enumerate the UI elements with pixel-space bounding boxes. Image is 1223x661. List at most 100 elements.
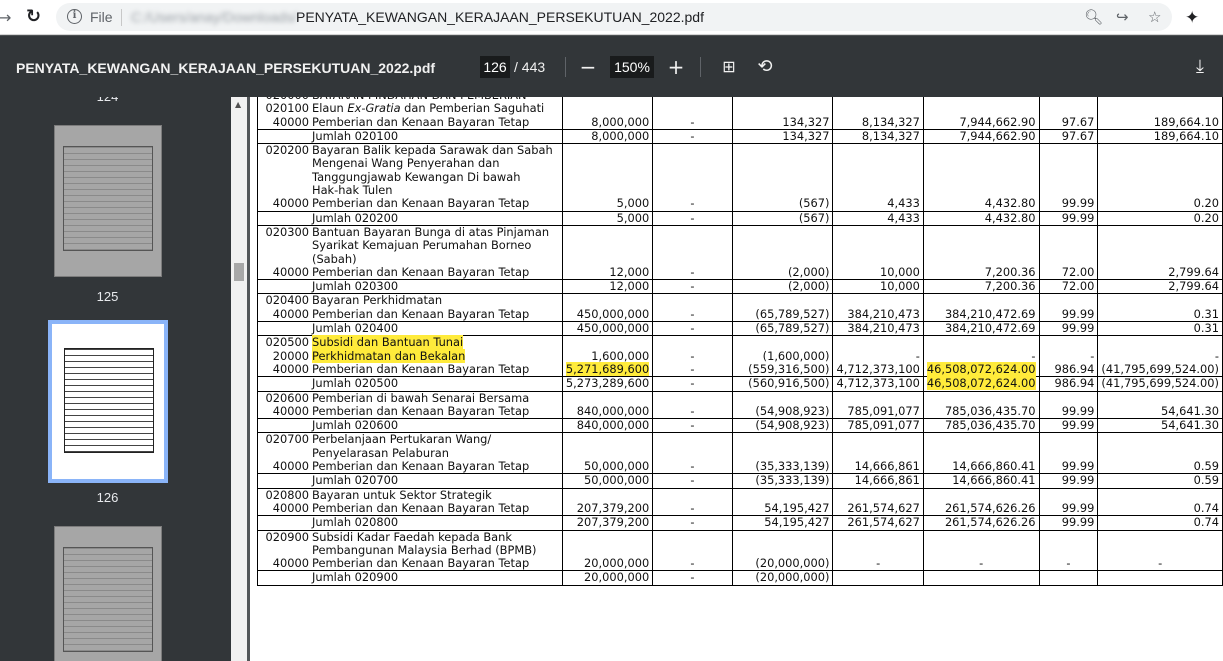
table-cell: 14,666,861: [832, 473, 924, 489]
description-line: (Sabah): [261, 252, 559, 266]
page-number-input[interactable]: 126: [480, 56, 510, 78]
info-icon[interactable]: i: [67, 9, 82, 24]
total-row: Jumlah 020400 450,000,000- (65,789,527) 384…: [257, 321, 1223, 337]
zoom-in-icon[interactable]: +: [662, 53, 690, 81]
table-cell: 20,000,000: [561, 530, 654, 571]
description-cell: 020800 Bayaran untuk Sektor Strategik 4000…: [257, 488, 563, 516]
cell-line: -: [915, 348, 920, 363]
pdf-page-area[interactable]: 020000BAYARAN PINDAHAN DAN PEMBERIAN0201…: [247, 97, 1223, 661]
thumbnail-page-number: 126: [96, 490, 119, 505]
zoom-magnifier-icon[interactable]: 🔍︎: [1084, 9, 1103, 25]
table-cell: (65,789,527): [731, 321, 834, 337]
table-cell: -: [652, 321, 733, 337]
table-cell: -4,712,373,100: [832, 335, 924, 377]
page-thumbnail-selected[interactable]: [48, 320, 168, 483]
forward-arrow-icon[interactable]: →: [0, 8, 11, 27]
description-text: Pemberian dan Kenaan Bayaran Tetap: [312, 500, 530, 515]
table-cell: 99.99: [1038, 473, 1099, 489]
table-cell: [1097, 570, 1223, 586]
description-line: 020600 Pemberian di bawah Senarai Bersama: [261, 391, 559, 405]
table-cell: 4,432.80: [922, 143, 1040, 212]
description-line: Pembangunan Malaysia Berhad (BPMB): [261, 543, 559, 557]
table-cell: 2,799.64: [1097, 279, 1223, 295]
cell-line: -: [690, 361, 695, 376]
account-code: 40000: [272, 403, 309, 418]
cell-line: 46,508,072,624.00: [926, 361, 1036, 376]
table-cell: 7,200.36: [922, 279, 1040, 295]
thumbnail-preview: [63, 547, 153, 652]
table-cell: 99.99: [1038, 432, 1099, 474]
total-row: Jumlah 020300 12,000- (2,000) 10,000 7,200.3…: [257, 279, 1223, 295]
table-cell: 261,574,627: [832, 515, 924, 531]
table-cell: 0.31: [1097, 321, 1223, 337]
description-text: Jumlah 020200: [312, 210, 399, 225]
sidebar-scrollbar[interactable]: [231, 97, 247, 661]
rotate-icon[interactable]: ⟲: [751, 53, 779, 81]
table-cell: 8,000,000: [561, 128, 654, 145]
toolbar-divider: [700, 57, 701, 77]
bookmark-star-icon[interactable]: ☆: [1148, 9, 1161, 25]
table-row: 020500 Subsidi dan Bantuan Tunai 20000 Perk…: [257, 335, 1223, 377]
table-cell: -: [652, 530, 733, 571]
table-cell: (20,000,000): [731, 570, 834, 586]
table-cell: 99.99: [1038, 143, 1099, 212]
address-bar[interactable]: i File C:/Users/anay/Downloads/ PENYATA_…: [56, 3, 1172, 31]
thumbnail-preview: [64, 348, 154, 453]
table-cell: 54,641.30: [1097, 418, 1223, 434]
description-line: 020700 Perbelanjaan Pertukaran Wang/: [261, 433, 559, 447]
table-cell: 450,000,000: [561, 321, 654, 337]
table-cell: -46,508,072,624.00: [922, 335, 1040, 377]
sidebar-scrollbar-thumb[interactable]: [234, 263, 244, 281]
financial-statement-table: 020000BAYARAN PINDAHAN DAN PEMBERIAN0201…: [257, 97, 1223, 586]
thumbnail-page-number: 124: [0, 97, 215, 104]
table-cell: 189,664.10: [1097, 102, 1223, 130]
page-thumbnail[interactable]: [54, 526, 162, 661]
description-line: Syarikat Kemajuan Perumahan Borneo: [261, 239, 559, 252]
description-text: Jumlah 020400: [312, 321, 399, 336]
description-line: 020400 Bayaran Perkhidmatan: [261, 294, 559, 308]
table-cell: 2,799.64: [1097, 225, 1223, 280]
account-code: 020900: [265, 529, 309, 544]
table-cell: (54,908,923): [731, 418, 834, 434]
description-text: Jumlah 020900: [312, 570, 399, 585]
table-row: 020400 Bayaran Perkhidmatan 40000 Pemberian…: [257, 293, 1223, 322]
table-cell: 14,666,860.41: [922, 473, 1040, 489]
description-line: Jumlah 020200: [261, 210, 559, 225]
account-code: 020500: [265, 335, 309, 350]
table-cell: 4,712,373,100: [832, 376, 924, 392]
url-filename: PENYATA_KEWANGAN_KERAJAAN_PERSEKUTUAN_20…: [296, 9, 704, 25]
description-text: Syarikat Kemajuan Perumahan Borneo: [312, 238, 532, 253]
table-cell: -: [832, 530, 924, 571]
description-line: 40000 Pemberian dan Kenaan Bayaran Tetap: [261, 556, 559, 570]
reload-icon[interactable]: ↻: [26, 8, 44, 26]
table-cell: 20,000,000: [561, 570, 654, 586]
zoom-level-input[interactable]: 150%: [610, 56, 654, 78]
table-cell: 5,000: [561, 210, 654, 226]
table-cell: -: [652, 293, 733, 322]
share-icon[interactable]: ↪: [1116, 9, 1129, 25]
thumbnail-page-number: 125: [96, 289, 119, 304]
cell-line: (559,316,500): [748, 361, 830, 376]
cell-line: (1,600,000): [762, 348, 830, 363]
table-cell: 54,195,427: [731, 488, 834, 516]
table-cell: 261,574,626.26: [922, 488, 1040, 516]
scroll-up-arrow-icon[interactable]: ▲: [235, 100, 241, 109]
highlighted-value: 46,508,072,624.00: [926, 376, 1036, 391]
highlighted-value: 5,271,689,600: [565, 361, 650, 376]
table-cell: -: [652, 570, 733, 586]
thumbnail-sidebar[interactable]: 124 125 126: [0, 97, 231, 661]
table-cell: 0.74: [1097, 515, 1223, 531]
table-cell: (54,908,923): [731, 391, 834, 419]
table-cell: 72.00: [1038, 279, 1099, 295]
table-cell: 97.67: [1038, 128, 1099, 145]
table-cell: 99.99: [1038, 210, 1099, 226]
zoom-out-icon[interactable]: −: [574, 53, 602, 81]
table-cell: 785,036,435.70: [922, 391, 1040, 419]
download-icon[interactable]: ⤓: [1186, 53, 1214, 81]
table-row: 020900 Subsidi Kadar Faedah kepada Bank Pe…: [257, 529, 1223, 571]
description-text: Pemberian dan Kenaan Bayaran Tetap: [312, 114, 530, 129]
description-line: 020900 Subsidi Kadar Faedah kepada Bank: [261, 529, 559, 544]
extensions-puzzle-icon[interactable]: ✦: [1185, 8, 1199, 28]
page-thumbnail[interactable]: [54, 125, 162, 277]
fit-page-icon[interactable]: ⊞: [715, 53, 743, 81]
